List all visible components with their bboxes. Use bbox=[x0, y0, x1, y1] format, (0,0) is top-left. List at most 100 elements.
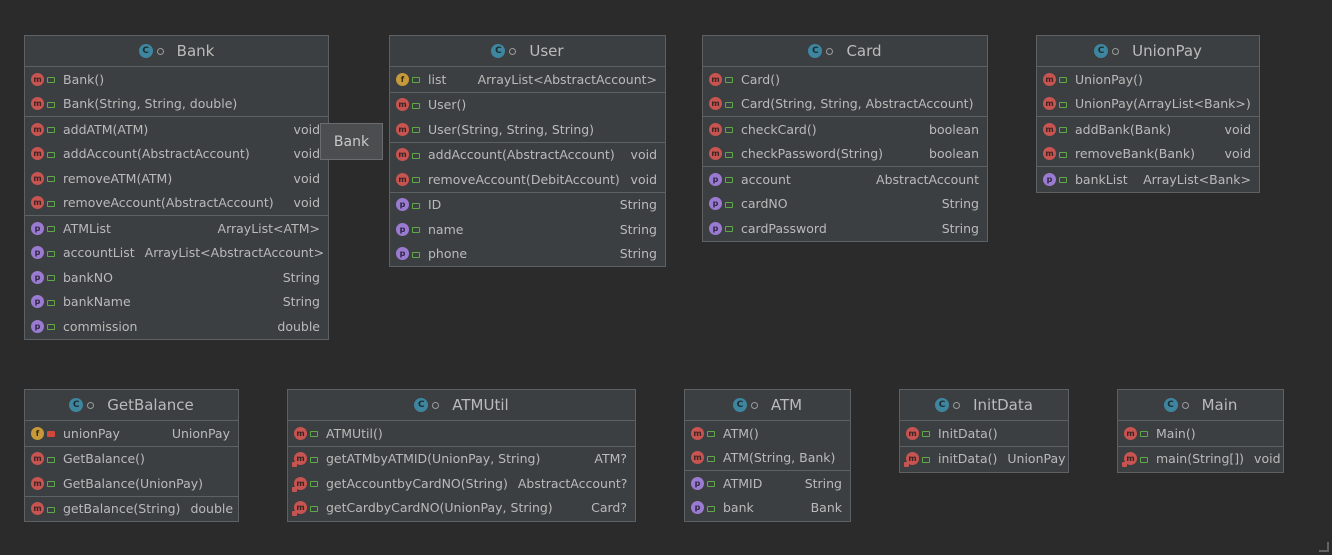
member-row[interactable]: m Bank(String, String, double) bbox=[25, 92, 328, 117]
class-user[interactable]: C User f list ArrayList<AbstractAccount> m… bbox=[389, 35, 666, 267]
public-access-icon bbox=[725, 101, 733, 108]
method-icon: m bbox=[691, 451, 704, 465]
member-row[interactable]: f list ArrayList<AbstractAccount> bbox=[390, 67, 665, 92]
method-icon: m bbox=[31, 502, 44, 516]
member-row[interactable]: p bankName String bbox=[25, 290, 328, 315]
public-access-icon bbox=[707, 481, 715, 488]
member-row[interactable]: p name String bbox=[390, 217, 665, 242]
member-row[interactable]: m addATM(ATM) void bbox=[25, 117, 328, 142]
constructors-section: m ATM() m ATM(String, Bank) bbox=[685, 421, 850, 471]
hover-tooltip: Bank bbox=[320, 123, 383, 160]
class-initdata[interactable]: C InitData m InitData() m initData() UnionP… bbox=[899, 389, 1069, 473]
member-row[interactable]: m addBank(Bank) void bbox=[1037, 117, 1259, 142]
member-row[interactable]: m getATMbyATMID(UnionPay, String) ATM? bbox=[288, 447, 635, 472]
member-row[interactable]: m removeAccount(AbstractAccount) void bbox=[25, 191, 328, 216]
member-type: double bbox=[277, 318, 320, 334]
member-row[interactable]: m ATM() bbox=[685, 421, 850, 446]
member-name: list bbox=[428, 71, 447, 87]
constructors-section: m ATMUtil() bbox=[288, 421, 635, 447]
member-row[interactable]: p bankList ArrayList<Bank> bbox=[1037, 167, 1259, 192]
resize-corner-icon[interactable] bbox=[1319, 542, 1329, 552]
member-row[interactable]: m checkPassword(String) boolean bbox=[703, 142, 987, 167]
member-row[interactable]: m checkCard() boolean bbox=[703, 117, 987, 142]
method-icon: m bbox=[396, 98, 409, 112]
class-icon: C bbox=[1094, 44, 1109, 58]
member-row[interactable]: m removeATM(ATM) void bbox=[25, 166, 328, 191]
property-icon: p bbox=[31, 319, 44, 333]
member-row[interactable]: p bankNO String bbox=[25, 265, 328, 290]
member-row[interactable]: p phone String bbox=[390, 242, 665, 267]
member-row[interactable]: p ATMList ArrayList<ATM> bbox=[25, 216, 328, 241]
member-name: UnionPay(ArrayList<Bank>) bbox=[1075, 96, 1251, 112]
member-row[interactable]: p accountList ArrayList<AbstractAccount> bbox=[25, 241, 328, 266]
class-title: Card bbox=[846, 42, 882, 60]
member-row[interactable]: p ID String bbox=[390, 193, 665, 218]
member-row[interactable]: m Bank() bbox=[25, 67, 328, 92]
method-icon: m bbox=[1043, 147, 1056, 161]
class-atmutil[interactable]: C ATMUtil m ATMUtil() m getATMbyATMID(Unio… bbox=[287, 389, 636, 522]
member-row[interactable]: f unionPay UnionPay bbox=[25, 421, 238, 446]
member-row[interactable]: p commission double bbox=[25, 314, 328, 339]
member-name: bankList bbox=[1075, 171, 1128, 187]
member-name: ID bbox=[428, 197, 442, 213]
member-row[interactable]: m Main() bbox=[1118, 421, 1283, 446]
public-access-icon bbox=[47, 101, 55, 108]
member-row[interactable]: p cardPassword String bbox=[703, 216, 987, 241]
member-row[interactable]: m getAccountbyCardNO(String) AbstractAccou… bbox=[288, 471, 635, 496]
member-row[interactable]: m Card() bbox=[703, 67, 987, 92]
member-row[interactable]: m removeBank(Bank) void bbox=[1037, 142, 1259, 167]
class-bank[interactable]: C Bank m Bank() m Bank(String, String, doub… bbox=[24, 35, 329, 340]
member-row[interactable]: m ATMUtil() bbox=[288, 421, 635, 446]
method-icon: m bbox=[1043, 122, 1056, 136]
member-row[interactable]: m addAccount(AbstractAccount) void bbox=[25, 142, 328, 167]
class-title: User bbox=[529, 42, 564, 60]
member-row[interactable]: m User(String, String, String) bbox=[390, 117, 665, 142]
property-icon: p bbox=[31, 270, 44, 284]
member-type: String bbox=[941, 196, 979, 212]
member-row[interactable]: m removeAccount(DebitAccount) void bbox=[390, 167, 665, 192]
class-atm[interactable]: C ATM m ATM() m ATM(String, Bank) p ATMID Str… bbox=[684, 389, 851, 522]
method-icon: m bbox=[691, 426, 704, 440]
member-row[interactable]: m GetBalance(UnionPay) bbox=[25, 471, 238, 496]
class-getbalance[interactable]: C GetBalance f unionPay UnionPay m GetBalan… bbox=[24, 389, 239, 522]
public-access-icon bbox=[47, 456, 55, 463]
public-access-icon bbox=[707, 431, 715, 438]
member-row[interactable]: m initData() UnionPay bbox=[900, 447, 1068, 472]
member-row[interactable]: m main(String[]) void bbox=[1118, 447, 1283, 472]
member-row[interactable]: p cardNO String bbox=[703, 192, 987, 217]
member-row[interactable]: m addAccount(AbstractAccount) void bbox=[390, 143, 665, 168]
public-access-icon bbox=[310, 481, 318, 488]
member-name: User() bbox=[428, 97, 467, 113]
member-row[interactable]: p bank Bank bbox=[685, 496, 850, 521]
member-type: String bbox=[619, 221, 657, 237]
member-row[interactable]: m ATM(String, Bank) bbox=[685, 446, 850, 471]
member-name: checkPassword(String) bbox=[741, 146, 884, 162]
member-row[interactable]: m InitData() bbox=[900, 421, 1068, 446]
member-type: UnionPay bbox=[1007, 451, 1066, 467]
property-icon: p bbox=[709, 197, 722, 211]
constructors-section: m UnionPay() m UnionPay(ArrayList<Bank>) bbox=[1037, 67, 1259, 117]
member-name: Main() bbox=[1156, 425, 1196, 441]
member-row[interactable]: m UnionPay(ArrayList<Bank>) bbox=[1037, 92, 1259, 117]
property-icon: p bbox=[709, 221, 722, 235]
method-icon: m bbox=[709, 147, 722, 161]
member-type: String bbox=[282, 269, 320, 285]
property-icon: p bbox=[31, 295, 44, 309]
class-main[interactable]: C Main m Main() m main(String[]) void bbox=[1117, 389, 1284, 473]
member-row[interactable]: m GetBalance() bbox=[25, 447, 238, 472]
public-access-icon bbox=[1059, 101, 1067, 108]
methods-section: m addBank(Bank) void m removeBank(Bank) void bbox=[1037, 117, 1259, 167]
class-header: C InitData bbox=[900, 390, 1068, 421]
member-row[interactable]: m getCardbyCardNO(UnionPay, String) Card? bbox=[288, 496, 635, 521]
member-row[interactable]: m User() bbox=[390, 93, 665, 118]
member-name: removeATM(ATM) bbox=[63, 170, 173, 186]
public-access-icon bbox=[725, 177, 733, 184]
class-card[interactable]: C Card m Card() m Card(String, String, Abst… bbox=[702, 35, 988, 242]
member-row[interactable]: m getBalance(String) double bbox=[25, 497, 238, 522]
member-row[interactable]: m UnionPay() bbox=[1037, 67, 1259, 92]
member-row[interactable]: p ATMID String bbox=[685, 471, 850, 496]
class-unionpay[interactable]: C UnionPay m UnionPay() m UnionPay(ArrayLis… bbox=[1036, 35, 1260, 193]
member-row[interactable]: p account AbstractAccount bbox=[703, 167, 987, 192]
member-row[interactable]: m Card(String, String, AbstractAccount) bbox=[703, 92, 987, 117]
method-icon: m bbox=[292, 476, 307, 492]
